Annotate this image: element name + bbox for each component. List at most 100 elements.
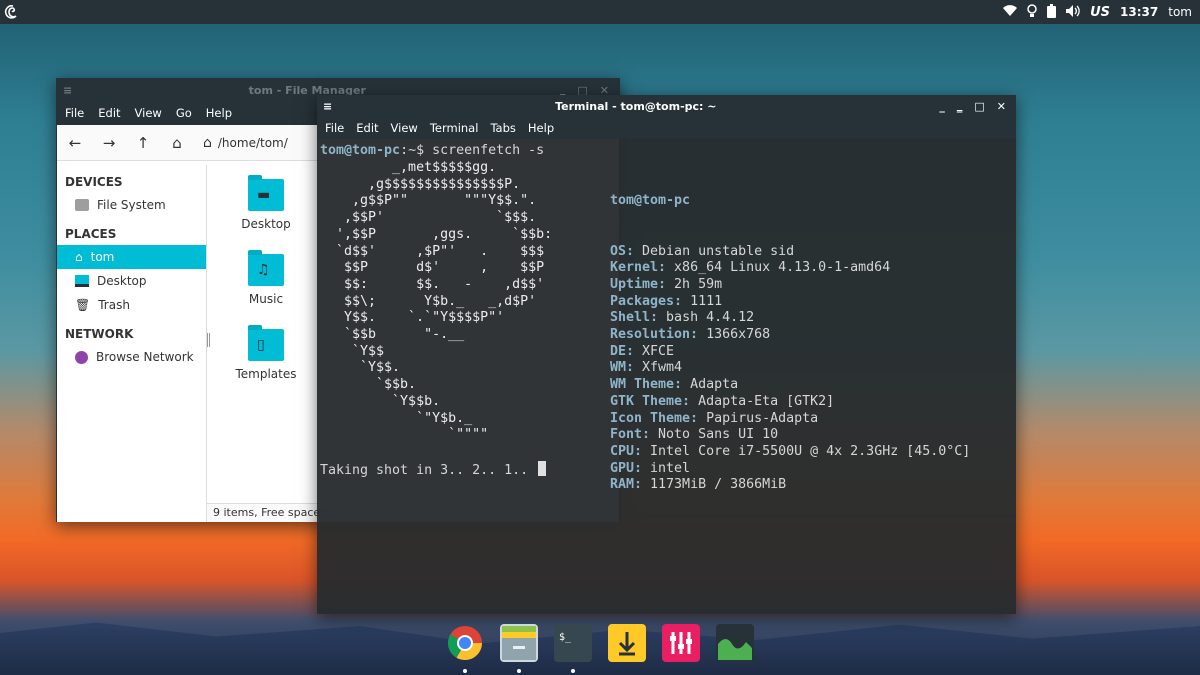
user-menu[interactable]: tom [1168, 5, 1192, 19]
downloader-icon[interactable] [608, 624, 646, 662]
file-item-music[interactable]: ♫ Music [211, 240, 321, 315]
info-key: OS: [610, 243, 635, 259]
menu-view[interactable]: View [391, 121, 418, 135]
file-item-label: Templates [235, 367, 297, 381]
info-line: Icon Theme: Papirus-Adapta [610, 411, 970, 428]
file-manager-icon[interactable] [500, 624, 538, 673]
sidebar-item-tom[interactable]: ⌂ tom [57, 245, 206, 269]
info-value: 1173MiB / 3866MiB [642, 477, 787, 493]
forward-arrow-icon[interactable]: → [99, 134, 119, 152]
menu-file[interactable]: File [65, 106, 84, 120]
music-folder-icon: ♫ [248, 250, 284, 286]
sidebar-resize-handle[interactable] [207, 333, 210, 347]
info-line: Shell: bash 4.4.12 [610, 310, 970, 327]
info-key: Kernel: [610, 260, 667, 276]
sidebar-item-desktop[interactable]: Desktop [57, 269, 206, 293]
info-value: Adapta [682, 377, 739, 393]
prompt-user: tom@tom-pc [320, 143, 401, 158]
menu-help[interactable]: Help [206, 106, 232, 120]
info-key: RAM: [610, 477, 643, 493]
terminal-titlebar[interactable]: ≡ Terminal - tom@tom-pc: ~ _ ‗ □ ✕ [317, 95, 1016, 117]
info-line: Kernel: x86_64 Linux 4.13.0-1-amd64 [610, 260, 970, 277]
file-item-templates[interactable]: ▯ Templates [211, 315, 321, 390]
info-line: Uptime: 2h 59m [610, 277, 970, 294]
clock[interactable]: 13:37 [1120, 5, 1158, 19]
menu-help[interactable]: Help [528, 121, 554, 135]
window-menu-icon[interactable]: ≡ [57, 84, 72, 97]
menu-terminal[interactable]: Terminal [430, 121, 479, 135]
running-indicator [571, 669, 575, 673]
wifi-icon[interactable] [1003, 4, 1018, 20]
sidebar-item-trash[interactable]: 🗑 Trash [57, 293, 206, 317]
terminal-screen[interactable]: tom@tom-pc:~$ screenfetch -s _,met$$$$$g… [317, 139, 1016, 614]
devices-header: DEVICES [65, 175, 123, 189]
menu-edit[interactable]: Edit [98, 106, 120, 120]
running-indicator [463, 669, 467, 673]
bulb-icon[interactable] [1027, 3, 1037, 21]
home-icon: ⌂ [75, 250, 83, 264]
info-key: WM: [610, 360, 635, 376]
drive-icon [75, 199, 89, 211]
terminal-title: Terminal - tom@tom-pc: ~ [555, 99, 717, 113]
info-value: Adapta-Eta [GTK2] [690, 393, 835, 409]
back-arrow-icon[interactable]: ← [65, 134, 85, 152]
info-value: XFCE [634, 343, 675, 359]
debian-menu-icon[interactable] [0, 0, 24, 24]
system-monitor-icon[interactable] [716, 624, 754, 662]
file-grid: ▬ Desktop ♫ Music ▯ Templates [211, 165, 321, 390]
desktop-folder-icon: ▬ [248, 175, 284, 211]
menu-go[interactable]: Go [176, 106, 192, 120]
location-bar[interactable]: ⌂ /home/tom/ [203, 135, 288, 151]
command-prompt: tom@tom-pc:~$ screenfetch -s [320, 143, 544, 160]
info-value: 1366x768 [698, 327, 771, 343]
menu-file[interactable]: File [325, 121, 344, 135]
svg-text:$_: $_ [559, 632, 572, 643]
battery-icon[interactable] [1047, 3, 1057, 21]
templates-folder-icon: ▯ [248, 325, 284, 361]
file-item-label: Desktop [241, 217, 291, 231]
sidebar-item-label: Trash [98, 298, 130, 312]
desktop-icon [75, 275, 89, 287]
window-menu-icon[interactable]: ≡ [317, 100, 332, 113]
up-arrow-icon[interactable]: ↑ [133, 134, 153, 152]
info-line: DE: XFCE [610, 344, 970, 361]
text-cursor [538, 461, 547, 476]
info-value: 1111 [682, 293, 723, 309]
maximize-icon[interactable]: □ [974, 100, 984, 113]
minimize-icon[interactable]: _ [939, 100, 945, 113]
file-item-label: Music [248, 292, 284, 306]
info-key: Icon Theme: [610, 410, 699, 426]
info-line: Font: Noto Sans UI 10 [610, 427, 970, 444]
close-icon[interactable]: ✕ [997, 100, 1006, 113]
info-value: Noto Sans UI 10 [650, 427, 779, 443]
sidebar-item-browse-network[interactable]: Browse Network [57, 345, 206, 369]
home-path-icon: ⌂ [203, 134, 212, 151]
info-host: tom@tom-pc [610, 193, 691, 209]
menu-edit[interactable]: Edit [356, 121, 378, 135]
file-item-desktop[interactable]: ▬ Desktop [211, 165, 321, 240]
home-icon[interactable]: ⌂ [167, 134, 187, 152]
dock: $_ [446, 624, 754, 673]
info-line: WM Theme: Adapta [610, 377, 970, 394]
info-key: GTK Theme: [610, 393, 691, 409]
file-manager-sidebar: DEVICES File System PLACES ⌂ tom Desktop… [57, 165, 207, 522]
sidebar-item-label: Desktop [97, 274, 147, 288]
menu-tabs[interactable]: Tabs [490, 121, 515, 135]
info-line: WM: Xfwm4 [610, 360, 970, 377]
info-line: Packages: 1111 [610, 294, 970, 311]
mixer-icon[interactable] [662, 624, 700, 662]
menu-view[interactable]: View [135, 106, 162, 120]
shade-icon[interactable]: ‗ [957, 100, 963, 113]
info-value: Xfwm4 [634, 360, 683, 376]
terminal-icon[interactable]: $_ [554, 624, 592, 673]
prompt-command: :~$ screenfetch -s [400, 143, 545, 158]
trash-icon: 🗑 [75, 298, 91, 312]
sidebar-item-file-system[interactable]: File System [57, 193, 206, 217]
info-key: Uptime: [610, 276, 667, 292]
keyboard-layout[interactable]: US [1090, 5, 1110, 20]
volume-icon[interactable] [1066, 4, 1080, 20]
chrome-icon[interactable] [446, 624, 484, 673]
terminal-window: ≡ Terminal - tom@tom-pc: ~ _ ‗ □ ✕ File … [317, 95, 1016, 614]
info-line: Resolution: 1366x768 [610, 327, 970, 344]
info-line: CPU: Intel Core i7-5500U @ 4x 2.3GHz [45… [610, 444, 970, 461]
